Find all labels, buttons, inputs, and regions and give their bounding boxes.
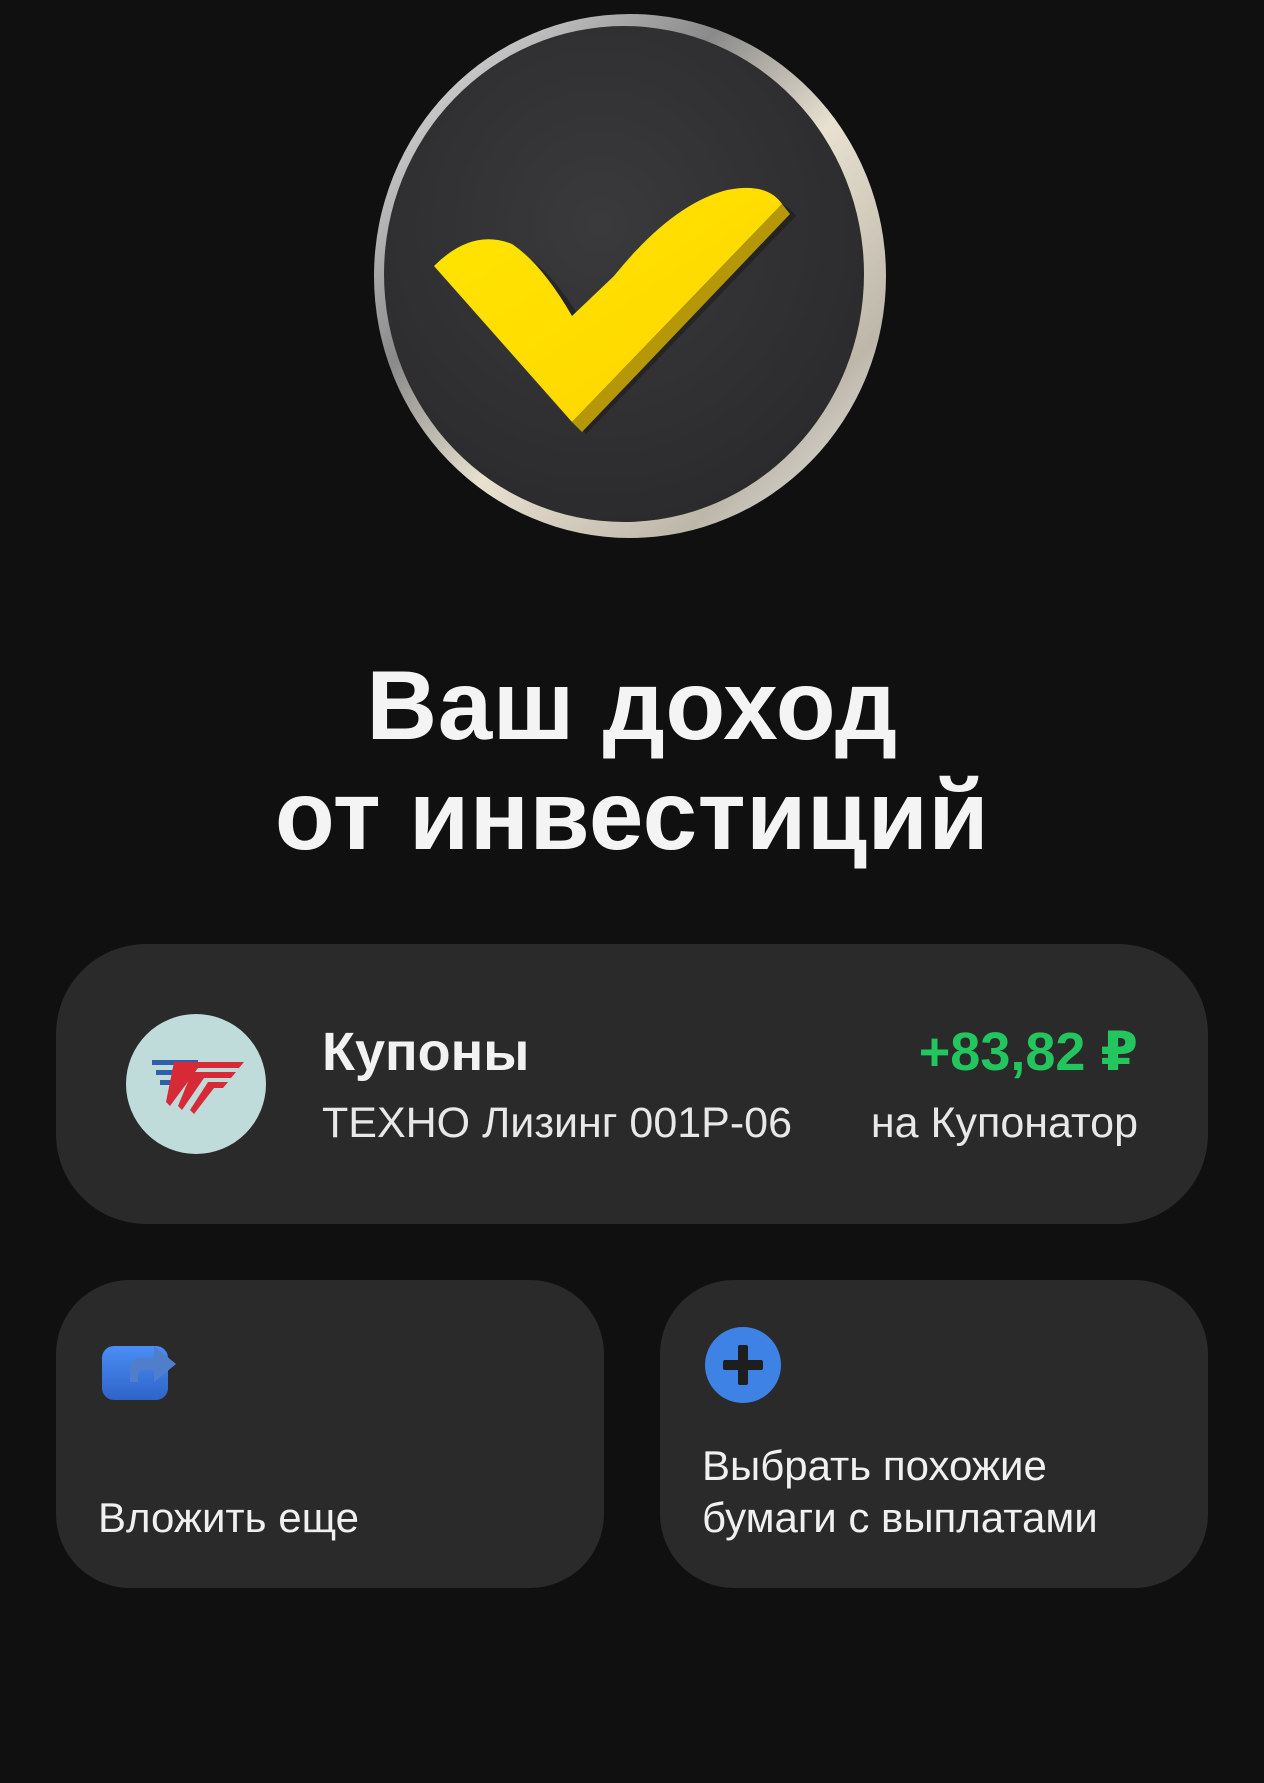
checkmark-coin-icon <box>374 14 886 538</box>
choose-similar-label: Выбрать похожие бумаги с выплатами <box>702 1442 1098 1541</box>
invest-more-button[interactable]: Вложить еще <box>56 1280 604 1588</box>
title-line-2: от инвестиций <box>274 760 990 870</box>
plus-circle-icon <box>704 1326 782 1404</box>
hero-checkmark-coin <box>372 14 892 544</box>
share-arrow-icon <box>100 1326 178 1404</box>
title-line-1: Ваш доход <box>366 650 898 760</box>
techno-leasing-logo <box>126 1014 266 1154</box>
income-type-label: Купоны <box>322 1022 530 1082</box>
bond-name: ТЕХНО Лизинг 001P-06 <box>322 1099 792 1147</box>
invest-more-label: Вложить еще <box>98 1494 360 1541</box>
page-title: Ваш доход от инвестиций <box>0 650 1264 870</box>
choose-similar-button[interactable]: Выбрать похожие бумаги с выплатами <box>660 1280 1208 1588</box>
income-amount: +83,82 ₽ <box>918 1022 1138 1082</box>
income-destination: на Купонатор <box>870 1099 1138 1147</box>
income-card[interactable]: Купоны ТЕХНО Лизинг 001P-06 +83,82 ₽ на … <box>56 944 1208 1224</box>
